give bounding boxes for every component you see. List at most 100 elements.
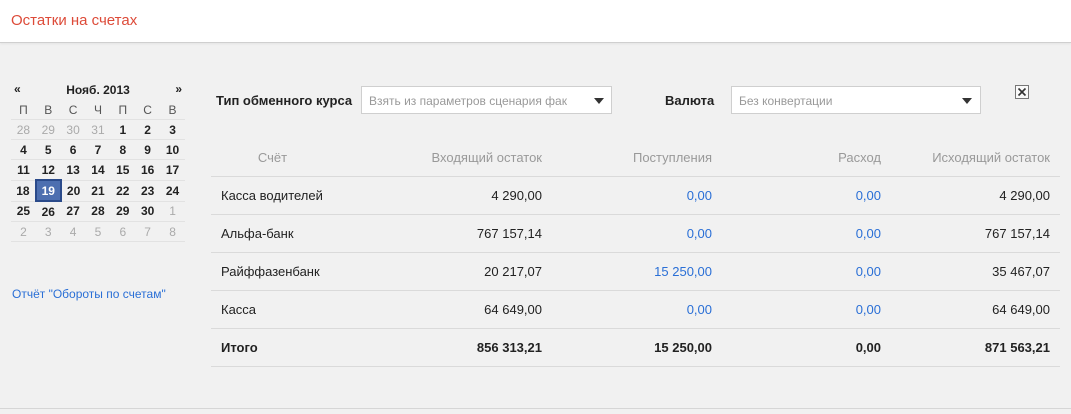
calendar-day[interactable]: 6 (60, 139, 86, 160)
calendar-week-row: 2345678 (11, 221, 185, 242)
calendar-day[interactable]: 31 (85, 119, 111, 140)
calendar-day[interactable]: 26 (35, 201, 61, 222)
calendar-day[interactable]: 12 (35, 159, 61, 181)
calendar-day[interactable]: 1 (110, 119, 136, 140)
calendar-day[interactable]: 16 (135, 159, 161, 181)
cell-account: Касса водителей (211, 176, 334, 215)
calendar-day[interactable]: 28 (85, 201, 111, 222)
calendar-day[interactable]: 4 (11, 139, 36, 160)
calendar-day[interactable]: 9 (135, 139, 161, 160)
cell-account: Касса (211, 290, 334, 329)
calendar-day[interactable]: 6 (110, 221, 136, 242)
calendar-day[interactable]: 23 (135, 180, 161, 202)
cell-closing-balance: 64 649,00 (891, 290, 1060, 329)
cell-closing-balance: 871 563,21 (891, 328, 1060, 367)
calendar-week-row: 18 19 20 21 22 23 24 (11, 179, 185, 202)
cell-income[interactable]: 0,00 (552, 176, 722, 215)
calendar-day[interactable]: 30 (135, 201, 161, 222)
calendar-day[interactable]: 17 (160, 159, 185, 181)
cell-income[interactable]: 0,00 (552, 290, 722, 329)
cell-income: 15 250,00 (552, 328, 722, 367)
cell-expense: 0,00 (722, 328, 891, 367)
table-row: Райффазенбанк 20 217,07 15 250,00 0,00 35 46… (211, 252, 1060, 291)
calendar-day[interactable]: 22 (110, 180, 136, 202)
cell-income[interactable]: 15 250,00 (552, 252, 722, 291)
cell-closing-balance: 4 290,00 (891, 176, 1060, 215)
calendar-day[interactable]: 11 (11, 159, 36, 181)
calendar-day[interactable]: 4 (60, 221, 86, 242)
calendar-day[interactable]: 13 (60, 159, 86, 181)
calendar-day[interactable]: 14 (85, 159, 111, 181)
account-balances-table: Счёт Входящий остаток Поступления Расход… (211, 139, 1060, 367)
weekday-label: П (110, 100, 136, 120)
calendar-day[interactable]: 24 (160, 180, 185, 202)
calendar-day[interactable]: 20 (60, 180, 86, 202)
turnover-report-link[interactable]: Отчёт "Обороты по счетам" (12, 287, 166, 301)
table-row: Альфа-банк 767 157,14 0,00 0,00 767 157,14 (211, 214, 1060, 253)
column-header-income[interactable]: Поступления (552, 139, 722, 177)
close-icon[interactable] (1015, 85, 1029, 99)
cell-expense[interactable]: 0,00 (722, 176, 891, 215)
calendar-day[interactable]: 3 (35, 221, 61, 242)
weekday-label: С (135, 100, 161, 120)
cell-expense[interactable]: 0,00 (722, 290, 891, 329)
calendar-day[interactable]: 2 (11, 221, 36, 242)
calendar-day[interactable]: 30 (60, 119, 86, 140)
weekday-label: В (35, 100, 61, 120)
calendar-week-row: 4 5 6 7 8 9 10 (11, 139, 185, 160)
cell-opening-balance: 20 217,07 (334, 252, 552, 291)
calendar-day[interactable]: 7 (135, 221, 161, 242)
table-row: Касса водителей 4 290,00 0,00 0,00 4 290,00 (211, 176, 1060, 215)
table-header-row: Счёт Входящий остаток Поступления Расход… (211, 139, 1060, 177)
weekday-label: В (160, 100, 185, 120)
chevron-down-icon (962, 98, 972, 104)
cell-expense[interactable]: 0,00 (722, 252, 891, 291)
calendar-week-row: 25 26 27 28 29 30 1 (11, 201, 185, 222)
calendar-day[interactable]: 25 (11, 201, 36, 222)
calendar-grid: ПВСЧПСВ 28 29 30 31 1 2 3 4 5 6 7 8 9 10 11 12 13 14 15 16 1… (11, 100, 185, 242)
calendar-month-label: Нояб. 2013 (66, 83, 130, 97)
column-header-opening-balance[interactable]: Входящий остаток (334, 139, 552, 177)
calendar-day[interactable]: 18 (11, 180, 36, 202)
calendar-day[interactable]: 29 (110, 201, 136, 222)
page-title: Остатки на счетах (11, 12, 138, 29)
column-header-expense[interactable]: Расход (722, 139, 891, 177)
calendar-day[interactable]: 27 (60, 201, 86, 222)
divider (0, 408, 1071, 409)
currency-select[interactable]: Без конвертации (731, 86, 981, 114)
column-header-closing-balance[interactable]: Исходящий остаток (891, 139, 1060, 177)
weekday-label: С (60, 100, 86, 120)
chevron-down-icon (594, 98, 604, 104)
cell-expense[interactable]: 0,00 (722, 214, 891, 253)
calendar-week-row: 28 29 30 31 1 2 3 (11, 119, 185, 140)
table-row: Касса 64 649,00 0,00 0,00 64 649,00 (211, 290, 1060, 329)
calendar-day[interactable]: 7 (85, 139, 111, 160)
cell-opening-balance: 767 157,14 (334, 214, 552, 253)
calendar-day[interactable]: 29 (35, 119, 61, 140)
table-total-row: Итого 856 313,21 15 250,00 0,00 871 563,21 (211, 328, 1060, 367)
calendar-day[interactable]: 1 (160, 201, 185, 222)
exchange-rate-type-placeholder: Взять из параметров сценария фак (369, 94, 567, 108)
calendar-day[interactable]: 28 (11, 119, 36, 140)
calendar-day[interactable]: 15 (110, 159, 136, 181)
exchange-rate-type-label: Тип обменного курса (216, 93, 353, 108)
weekday-label: П (11, 100, 36, 120)
calendar-day[interactable]: 21 (85, 180, 111, 202)
cell-income[interactable]: 0,00 (552, 214, 722, 253)
exchange-rate-type-select[interactable]: Взять из параметров сценария фак (361, 86, 612, 114)
cell-opening-balance: 64 649,00 (334, 290, 552, 329)
calendar-day-selected[interactable]: 19 (34, 179, 62, 202)
calendar-day[interactable]: 8 (160, 221, 185, 242)
calendar-day[interactable]: 10 (160, 139, 185, 160)
currency-label: Валюта (665, 93, 715, 108)
cell-closing-balance: 767 157,14 (891, 214, 1060, 253)
calendar-day[interactable]: 2 (135, 119, 161, 140)
column-header-account[interactable]: Счёт (211, 139, 334, 177)
header-bar: Остатки на счетах (0, 0, 1071, 43)
calendar-day[interactable]: 5 (35, 139, 61, 160)
calendar-next-month-button[interactable]: » (175, 82, 182, 96)
calendar-day[interactable]: 5 (85, 221, 111, 242)
calendar-day[interactable]: 8 (110, 139, 136, 160)
currency-placeholder: Без конвертации (739, 94, 833, 108)
calendar-day[interactable]: 3 (160, 119, 185, 140)
